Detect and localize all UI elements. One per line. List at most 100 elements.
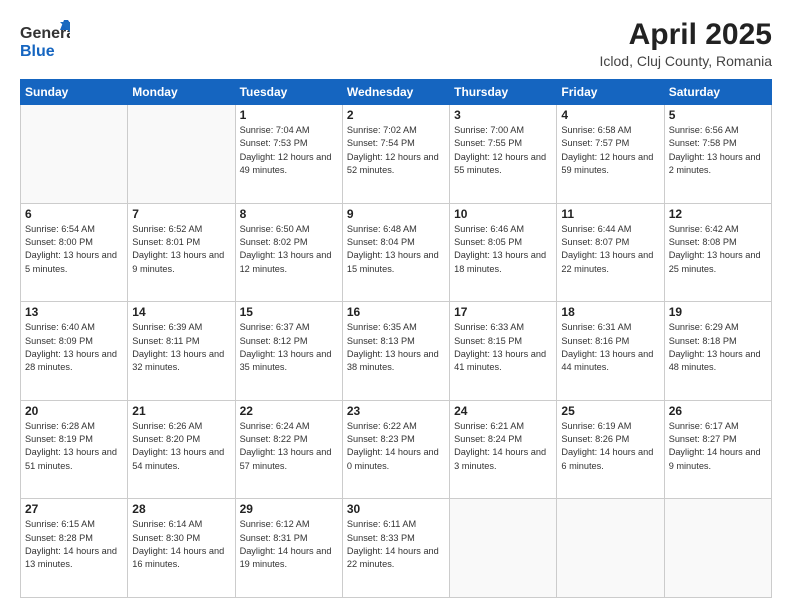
header-tuesday: Tuesday	[235, 80, 342, 105]
table-row: 1 Sunrise: 7:04 AM Sunset: 7:53 PM Daylig…	[235, 105, 342, 204]
day-info: Sunrise: 6:42 AM Sunset: 8:08 PM Dayligh…	[669, 223, 767, 276]
day-number: 24	[454, 404, 552, 418]
table-row	[557, 499, 664, 598]
table-row: 12 Sunrise: 6:42 AM Sunset: 8:08 PM Dayli…	[664, 203, 771, 302]
day-number: 23	[347, 404, 445, 418]
day-number: 5	[669, 108, 767, 122]
day-number: 1	[240, 108, 338, 122]
day-info: Sunrise: 6:12 AM Sunset: 8:31 PM Dayligh…	[240, 518, 338, 571]
day-info: Sunrise: 6:52 AM Sunset: 8:01 PM Dayligh…	[132, 223, 230, 276]
day-number: 27	[25, 502, 123, 516]
day-number: 3	[454, 108, 552, 122]
table-row	[21, 105, 128, 204]
header: General Blue April 2025 Iclod, Cluj Coun…	[20, 18, 772, 69]
header-monday: Monday	[128, 80, 235, 105]
logo-area: General Blue	[20, 18, 74, 62]
table-row: 11 Sunrise: 6:44 AM Sunset: 8:07 PM Dayli…	[557, 203, 664, 302]
day-info: Sunrise: 6:37 AM Sunset: 8:12 PM Dayligh…	[240, 321, 338, 374]
table-row: 28 Sunrise: 6:14 AM Sunset: 8:30 PM Dayli…	[128, 499, 235, 598]
day-info: Sunrise: 6:14 AM Sunset: 8:30 PM Dayligh…	[132, 518, 230, 571]
day-info: Sunrise: 6:26 AM Sunset: 8:20 PM Dayligh…	[132, 420, 230, 473]
day-number: 20	[25, 404, 123, 418]
title-area: April 2025 Iclod, Cluj County, Romania	[600, 18, 772, 69]
day-info: Sunrise: 6:44 AM Sunset: 8:07 PM Dayligh…	[561, 223, 659, 276]
day-number: 22	[240, 404, 338, 418]
day-number: 11	[561, 207, 659, 221]
day-number: 17	[454, 305, 552, 319]
day-number: 26	[669, 404, 767, 418]
header-thursday: Thursday	[450, 80, 557, 105]
table-row: 22 Sunrise: 6:24 AM Sunset: 8:22 PM Dayli…	[235, 400, 342, 499]
header-friday: Friday	[557, 80, 664, 105]
day-number: 28	[132, 502, 230, 516]
day-number: 13	[25, 305, 123, 319]
day-info: Sunrise: 6:46 AM Sunset: 8:05 PM Dayligh…	[454, 223, 552, 276]
day-number: 6	[25, 207, 123, 221]
day-info: Sunrise: 6:33 AM Sunset: 8:15 PM Dayligh…	[454, 321, 552, 374]
day-number: 8	[240, 207, 338, 221]
table-row: 15 Sunrise: 6:37 AM Sunset: 8:12 PM Dayli…	[235, 302, 342, 401]
table-row: 29 Sunrise: 6:12 AM Sunset: 8:31 PM Dayli…	[235, 499, 342, 598]
table-row	[664, 499, 771, 598]
day-info: Sunrise: 6:29 AM Sunset: 8:18 PM Dayligh…	[669, 321, 767, 374]
day-info: Sunrise: 6:28 AM Sunset: 8:19 PM Dayligh…	[25, 420, 123, 473]
day-info: Sunrise: 6:15 AM Sunset: 8:28 PM Dayligh…	[25, 518, 123, 571]
table-row: 6 Sunrise: 6:54 AM Sunset: 8:00 PM Daylig…	[21, 203, 128, 302]
table-row	[128, 105, 235, 204]
day-number: 21	[132, 404, 230, 418]
table-row: 13 Sunrise: 6:40 AM Sunset: 8:09 PM Dayli…	[21, 302, 128, 401]
logo-icon: General Blue	[20, 18, 70, 62]
day-number: 14	[132, 305, 230, 319]
table-row: 20 Sunrise: 6:28 AM Sunset: 8:19 PM Dayli…	[21, 400, 128, 499]
table-row: 8 Sunrise: 6:50 AM Sunset: 8:02 PM Daylig…	[235, 203, 342, 302]
day-info: Sunrise: 6:11 AM Sunset: 8:33 PM Dayligh…	[347, 518, 445, 571]
day-number: 12	[669, 207, 767, 221]
day-info: Sunrise: 6:19 AM Sunset: 8:26 PM Dayligh…	[561, 420, 659, 473]
header-saturday: Saturday	[664, 80, 771, 105]
day-info: Sunrise: 6:50 AM Sunset: 8:02 PM Dayligh…	[240, 223, 338, 276]
day-info: Sunrise: 6:24 AM Sunset: 8:22 PM Dayligh…	[240, 420, 338, 473]
day-info: Sunrise: 6:39 AM Sunset: 8:11 PM Dayligh…	[132, 321, 230, 374]
table-row: 30 Sunrise: 6:11 AM Sunset: 8:33 PM Dayli…	[342, 499, 449, 598]
table-row: 27 Sunrise: 6:15 AM Sunset: 8:28 PM Dayli…	[21, 499, 128, 598]
day-info: Sunrise: 7:04 AM Sunset: 7:53 PM Dayligh…	[240, 124, 338, 177]
table-row: 26 Sunrise: 6:17 AM Sunset: 8:27 PM Dayli…	[664, 400, 771, 499]
day-number: 19	[669, 305, 767, 319]
table-row: 2 Sunrise: 7:02 AM Sunset: 7:54 PM Daylig…	[342, 105, 449, 204]
table-row: 16Sunrise: 6:35 AM Sunset: 8:13 PM Dayli…	[342, 302, 449, 401]
day-info: Sunrise: 6:56 AM Sunset: 7:58 PM Dayligh…	[669, 124, 767, 177]
day-info: Sunrise: 7:00 AM Sunset: 7:55 PM Dayligh…	[454, 124, 552, 177]
table-row: 19 Sunrise: 6:29 AM Sunset: 8:18 PM Dayli…	[664, 302, 771, 401]
table-row	[450, 499, 557, 598]
page: General Blue April 2025 Iclod, Cluj Coun…	[0, 0, 792, 612]
day-info: Sunrise: 6:31 AM Sunset: 8:16 PM Dayligh…	[561, 321, 659, 374]
day-info: Sunrise: 6:40 AM Sunset: 8:09 PM Dayligh…	[25, 321, 123, 374]
table-row: 14 Sunrise: 6:39 AM Sunset: 8:11 PM Dayli…	[128, 302, 235, 401]
table-row: 24 Sunrise: 6:21 AM Sunset: 8:24 PM Dayli…	[450, 400, 557, 499]
day-number: 18	[561, 305, 659, 319]
table-row: 5 Sunrise: 6:56 AM Sunset: 7:58 PM Daylig…	[664, 105, 771, 204]
day-info: Sunrise: 6:58 AM Sunset: 7:57 PM Dayligh…	[561, 124, 659, 177]
location-subtitle: Iclod, Cluj County, Romania	[600, 53, 772, 69]
calendar-week-row: 20 Sunrise: 6:28 AM Sunset: 8:19 PM Dayli…	[21, 400, 772, 499]
day-info: Sunrise: 6:17 AM Sunset: 8:27 PM Dayligh…	[669, 420, 767, 473]
day-number: 4	[561, 108, 659, 122]
calendar-week-row: 6 Sunrise: 6:54 AM Sunset: 8:00 PM Daylig…	[21, 203, 772, 302]
calendar-week-row: 27 Sunrise: 6:15 AM Sunset: 8:28 PM Dayli…	[21, 499, 772, 598]
day-info: Sunrise: 6:21 AM Sunset: 8:24 PM Dayligh…	[454, 420, 552, 473]
day-info: Sunrise: 7:02 AM Sunset: 7:54 PM Dayligh…	[347, 124, 445, 177]
calendar-week-row: 13 Sunrise: 6:40 AM Sunset: 8:09 PM Dayli…	[21, 302, 772, 401]
day-number: 15	[240, 305, 338, 319]
svg-text:Blue: Blue	[20, 43, 55, 60]
day-number: 16	[347, 305, 445, 319]
table-row: 21 Sunrise: 6:26 AM Sunset: 8:20 PM Dayli…	[128, 400, 235, 499]
day-number: 30	[347, 502, 445, 516]
table-row: 18 Sunrise: 6:31 AM Sunset: 8:16 PM Dayli…	[557, 302, 664, 401]
month-title: April 2025	[600, 18, 772, 51]
table-row: 23Sunrise: 6:22 AM Sunset: 8:23 PM Dayli…	[342, 400, 449, 499]
day-number: 29	[240, 502, 338, 516]
day-number: 2	[347, 108, 445, 122]
table-row: 25Sunrise: 6:19 AM Sunset: 8:26 PM Dayli…	[557, 400, 664, 499]
day-number: 10	[454, 207, 552, 221]
day-info: Sunrise: 6:54 AM Sunset: 8:00 PM Dayligh…	[25, 223, 123, 276]
